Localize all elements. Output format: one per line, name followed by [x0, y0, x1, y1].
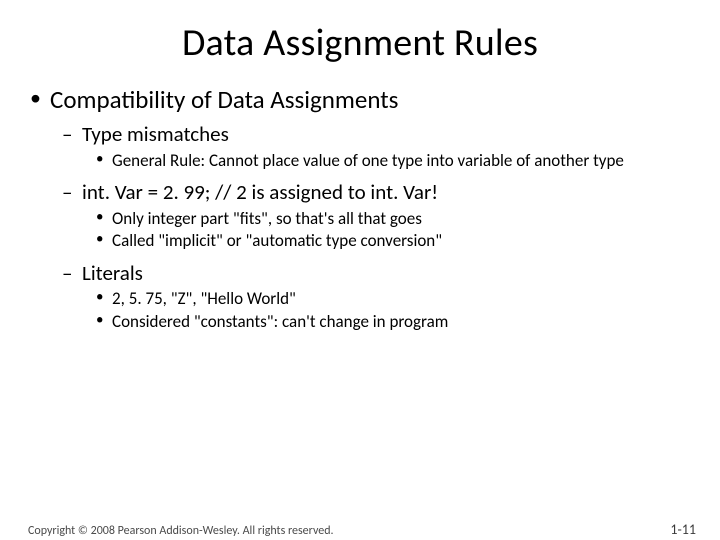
bullet-group-type-mismatches: Type mismatches General Rule: Cannot pla… — [22, 121, 698, 171]
bullet-group-intvar: int. Var = 2. 99; // 2 is assigned to in… — [22, 179, 698, 252]
bullet-lvl3: General Rule: Cannot place value of one … — [22, 150, 698, 172]
bullet-lvl1: Compatibility of Data Assignments — [22, 84, 698, 115]
bullet-lvl3: Only integer part "fits", so that's all … — [22, 208, 698, 230]
bullet-lvl3: Considered "constants": can't change in … — [22, 311, 698, 333]
slide-content: Compatibility of Data Assignments Type m… — [0, 84, 720, 333]
footer-copyright: Copyright © 2008 Pearson Addison-Wesley.… — [28, 524, 334, 538]
bullet-lvl3: 2, 5. 75, "Z", "Hello World" — [22, 288, 698, 310]
bullet-lvl2: Type mismatches — [22, 121, 698, 147]
bullet-group-literals: Literals 2, 5. 75, "Z", "Hello World" Co… — [22, 260, 698, 333]
slide: Data Assignment Rules Compatibility of D… — [0, 20, 720, 540]
bullet-lvl3: Called "implicit" or "automatic type con… — [22, 230, 698, 252]
slide-title: Data Assignment Rules — [0, 20, 720, 66]
footer-page-number: 1-11 — [670, 521, 696, 538]
bullet-lvl2: Literals — [22, 260, 698, 286]
bullet-lvl2: int. Var = 2. 99; // 2 is assigned to in… — [22, 179, 698, 205]
